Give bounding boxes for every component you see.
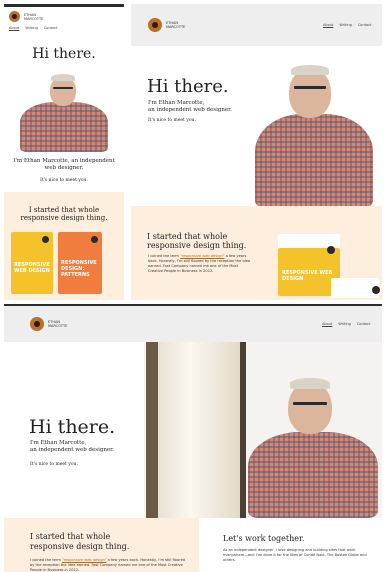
nav-contact[interactable]: Contact xyxy=(44,26,58,30)
tablet-greeting: Hi there. xyxy=(147,76,229,97)
portrait-glasses xyxy=(294,86,326,89)
nav-about[interactable]: About xyxy=(9,26,19,30)
mobile-nav: About Writing Contact xyxy=(9,26,57,30)
mobile-responsive-section: I started that whole responsive design t… xyxy=(4,192,124,300)
nav-writing[interactable]: Writing xyxy=(339,23,352,27)
portrait-glasses xyxy=(53,87,73,89)
portrait-shirt xyxy=(20,102,108,152)
logo-icon xyxy=(148,18,162,32)
portrait-shirt xyxy=(255,114,373,208)
nav-writing[interactable]: Writing xyxy=(25,26,38,30)
book-title: RESPONSIVE WEB DESIGN xyxy=(14,262,50,274)
tablet-cta: It's nice to meet you. xyxy=(148,118,196,123)
portrait-head xyxy=(289,68,331,118)
tablet-view: ETHAN MARCOTTE About Writing Contact Hi … xyxy=(131,4,382,300)
logo-icon xyxy=(30,317,44,331)
nav-contact[interactable]: Contact xyxy=(358,23,372,27)
desktop-header: ETHAN MARCOTTE About Writing Contact xyxy=(4,306,382,342)
rwd-article-link[interactable]: "responsive web design" xyxy=(62,558,106,562)
nav-about[interactable]: About xyxy=(323,23,333,27)
tablet-responsive-heading: I started that whole responsive design t… xyxy=(147,232,247,250)
desktop-greeting: Hi there. xyxy=(29,416,116,438)
desktop-intro: I'm Ethan Marcotte, an independent web d… xyxy=(30,440,114,453)
window-frame xyxy=(146,342,158,518)
hero-photo-window xyxy=(144,342,382,518)
nav-contact[interactable]: Contact xyxy=(357,322,371,326)
desktop-view: ETHAN MARCOTTE About Writing Contact Hi … xyxy=(4,304,382,572)
tablet-brand[interactable]: ETHAN MARCOTTE xyxy=(148,18,185,32)
portrait-hair xyxy=(290,378,330,389)
portrait-photo xyxy=(16,72,112,152)
portrait-shirt xyxy=(248,432,378,518)
mobile-responsive-heading: I started that whole responsive design t… xyxy=(20,206,108,222)
tablet-nav: About Writing Contact xyxy=(323,23,371,27)
book-badge-2 xyxy=(372,286,380,294)
mobile-view: ETHAN MARCOTTE About Writing Contact Hi … xyxy=(4,4,124,300)
brand-name: MARCOTTE xyxy=(24,16,44,21)
nav-writing[interactable]: Writing xyxy=(338,322,351,326)
logo-icon xyxy=(9,11,20,22)
mobile-top-bar xyxy=(4,4,124,7)
mobile-intro: I'm Ethan Marcotte, an independent web d… xyxy=(13,158,115,171)
book-title: RESPONSIVE WEB DESIGN xyxy=(282,270,333,282)
portrait-photo xyxy=(244,366,382,518)
book-badge-1 xyxy=(42,236,49,243)
work-body: As an independent designer, I love desig… xyxy=(223,548,367,562)
brand-name: MARCOTTE xyxy=(48,324,68,328)
book-badge-2 xyxy=(91,236,98,243)
mobile-greeting: Hi there. xyxy=(32,46,96,62)
desktop-responsive-heading: I started that whole responsive design t… xyxy=(30,532,130,551)
desktop-work-section: Let's work together. As an independent d… xyxy=(199,518,382,572)
portrait-hair xyxy=(291,65,329,75)
tablet-responsive-body: I coined the term "responsive web design… xyxy=(148,254,251,273)
book-title: RESPONSIVE DESIGN: PATTERNS xyxy=(61,260,97,278)
window-curtain xyxy=(158,342,240,518)
desktop-brand[interactable]: ETHAN MARCOTTE xyxy=(30,317,67,331)
mobile-brand[interactable]: ETHAN MARCOTTE xyxy=(9,11,43,22)
portrait-hair xyxy=(51,74,75,81)
desktop-nav: About Writing Contact xyxy=(322,322,370,326)
mobile-cta: It's nice to meet you. xyxy=(40,178,88,183)
nav-about[interactable]: About xyxy=(322,322,332,326)
work-heading: Let's work together. xyxy=(223,534,305,543)
brand-name: MARCOTTE xyxy=(166,25,186,29)
tablet-intro: I'm Ethan Marcotte, an independent web d… xyxy=(148,100,232,113)
portrait-head xyxy=(288,382,332,434)
desktop-responsive-section: I started that whole responsive design t… xyxy=(4,518,199,572)
rwd-article-link[interactable]: "responsive web design" xyxy=(180,254,224,258)
tablet-responsive-section: I started that whole responsive design t… xyxy=(131,206,382,300)
portrait-photo xyxy=(249,58,379,208)
tablet-header: ETHAN MARCOTTE About Writing Contact xyxy=(131,4,382,46)
portrait-glasses xyxy=(293,402,327,405)
book-badge-1 xyxy=(327,246,335,254)
desktop-cta: It's nice to meet you. xyxy=(30,462,78,467)
